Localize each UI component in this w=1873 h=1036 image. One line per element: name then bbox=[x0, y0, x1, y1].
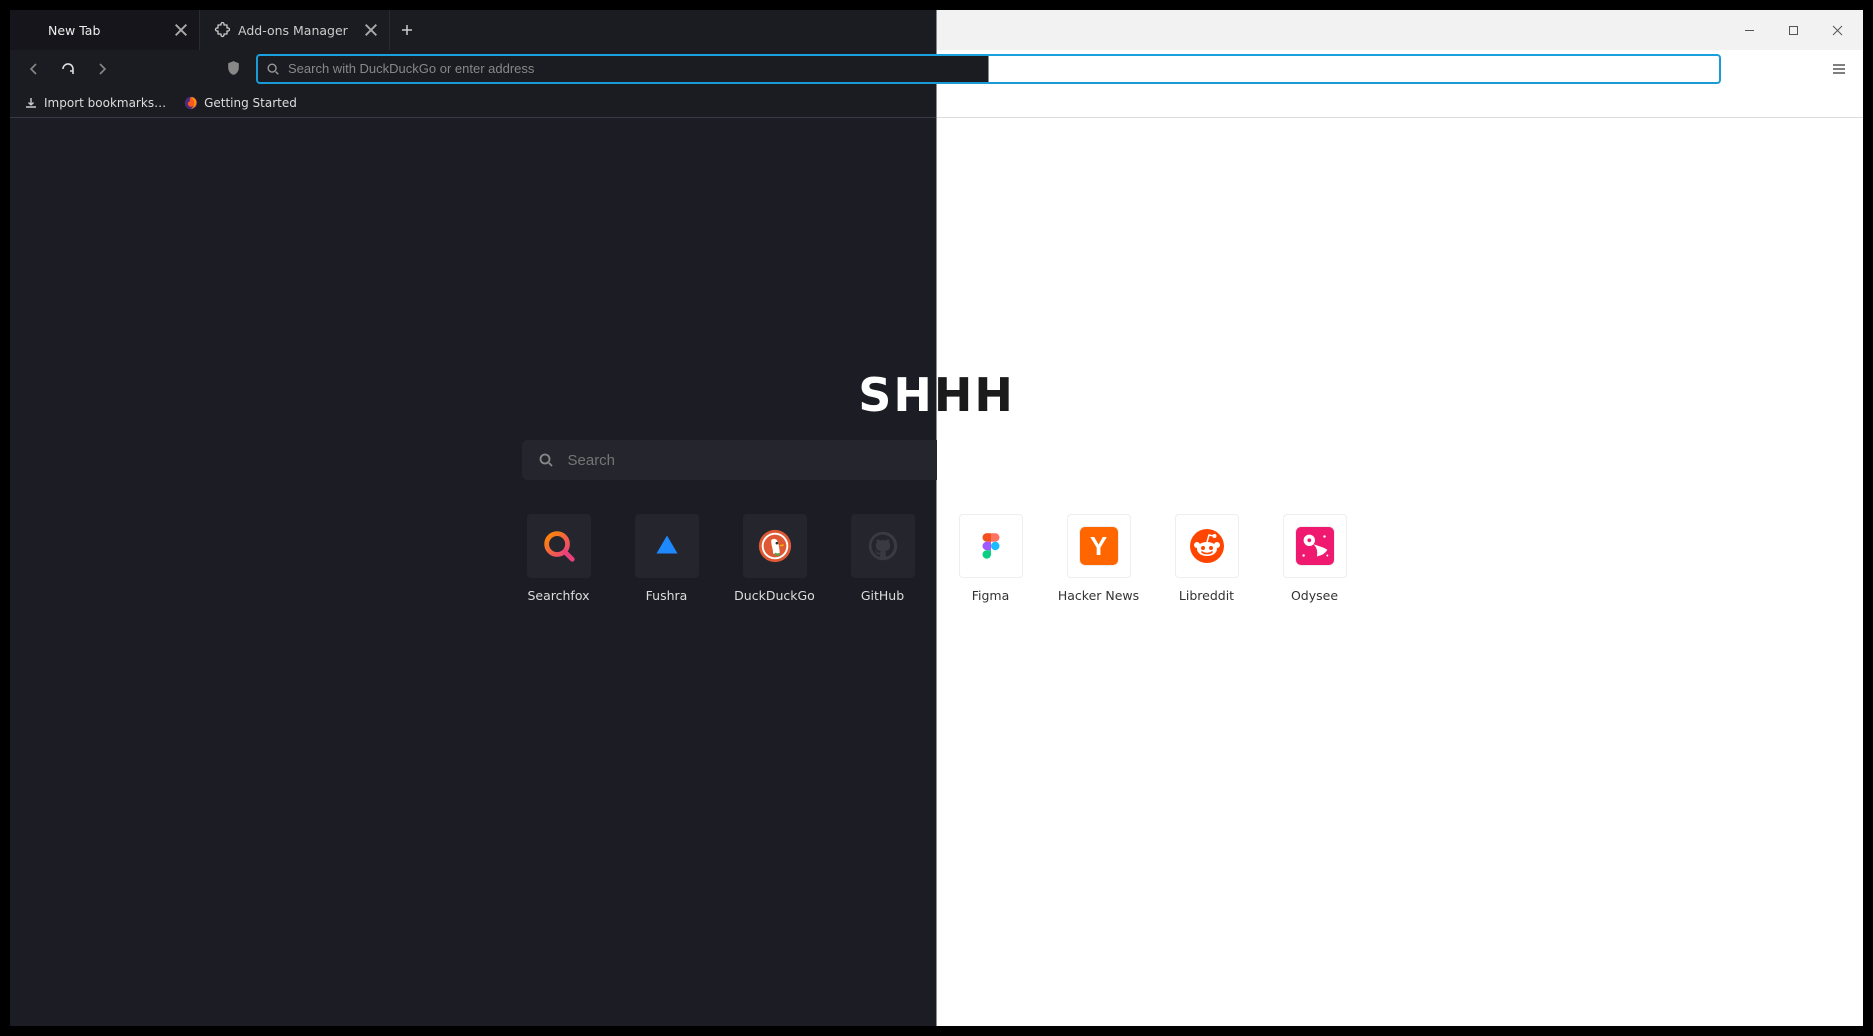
new-tab-page: SHHH Searchfox bbox=[10, 118, 1863, 1026]
window-close-button[interactable] bbox=[1815, 15, 1859, 45]
tracking-protection-icon[interactable] bbox=[218, 54, 248, 84]
tab-bar: New Tab Add-ons Manager bbox=[10, 10, 1863, 50]
tab-label: Add-ons Manager bbox=[238, 23, 363, 38]
tile-label: Libreddit bbox=[1179, 588, 1234, 603]
brand-logo: SHHH bbox=[858, 368, 1015, 422]
bookmarks-bar: Import bookmarks… Getting Started bbox=[10, 88, 1863, 118]
reddit-icon bbox=[1175, 514, 1239, 578]
figma-icon bbox=[959, 514, 1023, 578]
github-icon bbox=[851, 514, 915, 578]
search-icon bbox=[266, 62, 280, 76]
tile-label: Hacker News bbox=[1058, 588, 1139, 603]
content-area: SHHH Searchfox bbox=[10, 118, 1863, 1026]
top-sites: Searchfox Fushra DuckDuckGo bbox=[527, 514, 1347, 603]
odysee-icon bbox=[1283, 514, 1347, 578]
tile-label: Odysee bbox=[1291, 588, 1338, 603]
fushra-icon bbox=[635, 514, 699, 578]
tile-label: GitHub bbox=[861, 588, 904, 603]
tab-new-tab[interactable]: New Tab bbox=[10, 10, 200, 50]
ntp-search-input[interactable] bbox=[568, 452, 1336, 469]
tile-github[interactable]: GitHub bbox=[851, 514, 915, 603]
searchfox-icon bbox=[527, 514, 591, 578]
hacker-news-icon: Y bbox=[1067, 514, 1131, 578]
tab-addons-manager[interactable]: Add-ons Manager bbox=[200, 10, 390, 50]
browser-window: New Tab Add-ons Manager bbox=[10, 10, 1863, 1026]
tile-label: Searchfox bbox=[527, 588, 589, 603]
import-icon bbox=[24, 96, 38, 110]
tile-odysee[interactable]: Odysee bbox=[1283, 514, 1347, 603]
tile-libreddit[interactable]: Libreddit bbox=[1175, 514, 1239, 603]
tile-label: Figma bbox=[972, 588, 1010, 603]
close-icon[interactable] bbox=[363, 22, 379, 38]
url-input[interactable] bbox=[288, 61, 1711, 76]
back-button[interactable] bbox=[18, 54, 50, 84]
nav-toolbar bbox=[10, 50, 1863, 88]
tile-label: DuckDuckGo bbox=[734, 588, 815, 603]
forward-button[interactable] bbox=[86, 54, 118, 84]
tile-searchfox[interactable]: Searchfox bbox=[527, 514, 591, 603]
tile-fushra[interactable]: Fushra bbox=[635, 514, 699, 603]
new-tab-button[interactable] bbox=[390, 10, 424, 50]
reload-button[interactable] bbox=[52, 54, 84, 84]
bookmark-import[interactable]: Import bookmarks… bbox=[18, 92, 172, 114]
window-minimize-button[interactable] bbox=[1727, 15, 1771, 45]
window-maximize-button[interactable] bbox=[1771, 15, 1815, 45]
url-bar[interactable] bbox=[256, 54, 1721, 84]
bookmark-label: Getting Started bbox=[204, 96, 297, 110]
app-menu-button[interactable] bbox=[1823, 54, 1855, 84]
duckduckgo-icon bbox=[743, 514, 807, 578]
tile-figma[interactable]: Figma bbox=[959, 514, 1023, 603]
search-icon bbox=[538, 452, 554, 468]
close-icon[interactable] bbox=[173, 22, 189, 38]
bookmark-getting-started[interactable]: Getting Started bbox=[178, 92, 303, 114]
puzzle-icon bbox=[214, 22, 230, 38]
firefox-icon bbox=[184, 96, 198, 110]
tab-favicon-blank bbox=[24, 22, 40, 38]
tile-duckduckgo[interactable]: DuckDuckGo bbox=[743, 514, 807, 603]
ntp-search[interactable] bbox=[522, 440, 1352, 480]
bookmark-label: Import bookmarks… bbox=[44, 96, 166, 110]
window-controls bbox=[1727, 10, 1863, 50]
tile-hacker-news[interactable]: Y Hacker News bbox=[1067, 514, 1131, 603]
tab-label: New Tab bbox=[48, 23, 173, 38]
tile-label: Fushra bbox=[646, 588, 688, 603]
